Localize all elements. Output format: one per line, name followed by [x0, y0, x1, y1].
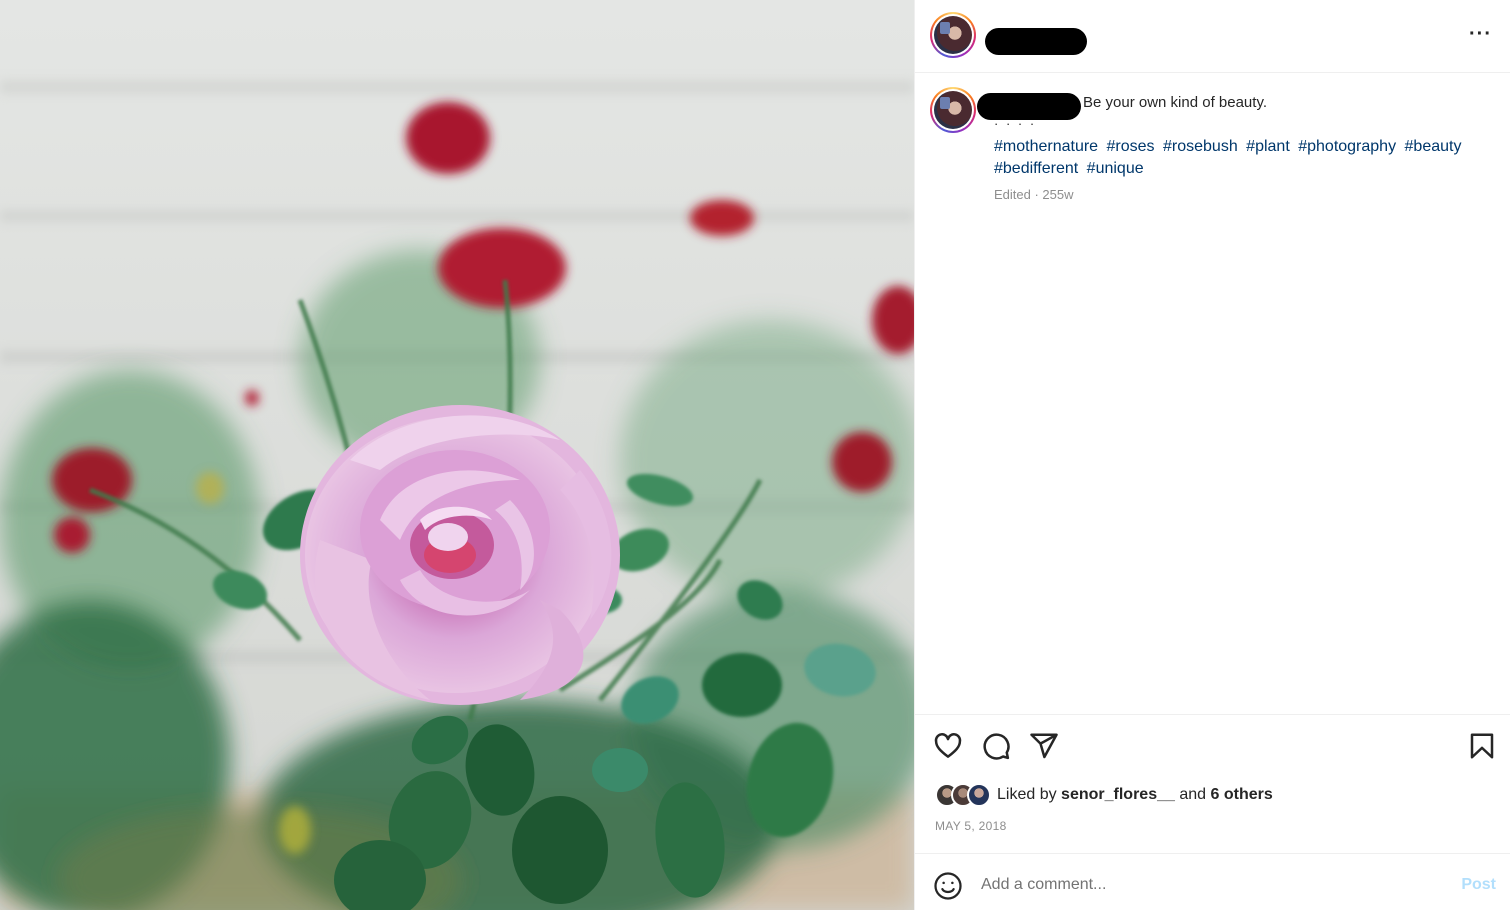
hashtag-list: #mothernature #roses #rosebush #plant #p… — [994, 136, 1494, 180]
likes-text: Liked by senor_flores__ and 6 others — [997, 786, 1273, 804]
hashtag-link[interactable]: #plant — [1246, 138, 1290, 155]
caption-text: Be your own kind of beauty. — [1083, 94, 1267, 111]
comment-icon[interactable] — [981, 731, 1011, 761]
hashtag-link[interactable]: #bedifferent — [994, 160, 1078, 177]
hashtag-link[interactable]: #unique — [1087, 160, 1144, 177]
comment-input[interactable] — [981, 870, 1421, 900]
rose-photo-illustration — [0, 0, 914, 910]
caption-meta: Edited · 255w — [994, 187, 1074, 202]
emoji-icon[interactable] — [933, 871, 963, 901]
likes-others-link[interactable]: 6 others — [1211, 786, 1273, 803]
share-icon[interactable] — [1029, 731, 1059, 761]
heart-icon[interactable] — [933, 731, 963, 761]
hashtag-link[interactable]: #rosebush — [1163, 138, 1238, 155]
likes-summary: Liked by senor_flores__ and 6 others — [935, 782, 1273, 808]
hashtag-link[interactable]: #roses — [1107, 138, 1155, 155]
likes-prefix: Liked by — [997, 786, 1057, 803]
post-comment-button[interactable]: Post — [1461, 876, 1496, 894]
more-options-icon[interactable]: ··· — [1469, 24, 1492, 44]
caption-dots: · · · · — [994, 116, 1037, 131]
hashtag-link[interactable]: #mothernature — [994, 138, 1098, 155]
instagram-post-view: ··· Be your own kind of beauty. · · · · … — [0, 0, 1510, 910]
liker-avatar[interactable] — [967, 783, 991, 807]
hashtag-link[interactable]: #beauty — [1405, 138, 1462, 155]
post-actions: Liked by senor_flores__ and 6 others MAY… — [915, 714, 1510, 854]
caption-author-avatar[interactable] — [930, 87, 976, 133]
redacted-username — [985, 28, 1087, 55]
hashtag-link[interactable]: #photography — [1298, 138, 1396, 155]
post-header: ··· — [915, 0, 1510, 73]
post-photo[interactable] — [0, 0, 914, 910]
bookmark-icon[interactable] — [1467, 731, 1497, 761]
liker-username-link[interactable]: senor_flores__ — [1061, 786, 1175, 803]
likes-conjunction: and — [1179, 786, 1207, 803]
post-date[interactable]: MAY 5, 2018 — [935, 819, 1007, 833]
author-avatar[interactable] — [930, 12, 976, 58]
comment-bar: Post — [915, 853, 1510, 910]
post-details-panel: ··· Be your own kind of beauty. · · · · … — [914, 0, 1510, 910]
